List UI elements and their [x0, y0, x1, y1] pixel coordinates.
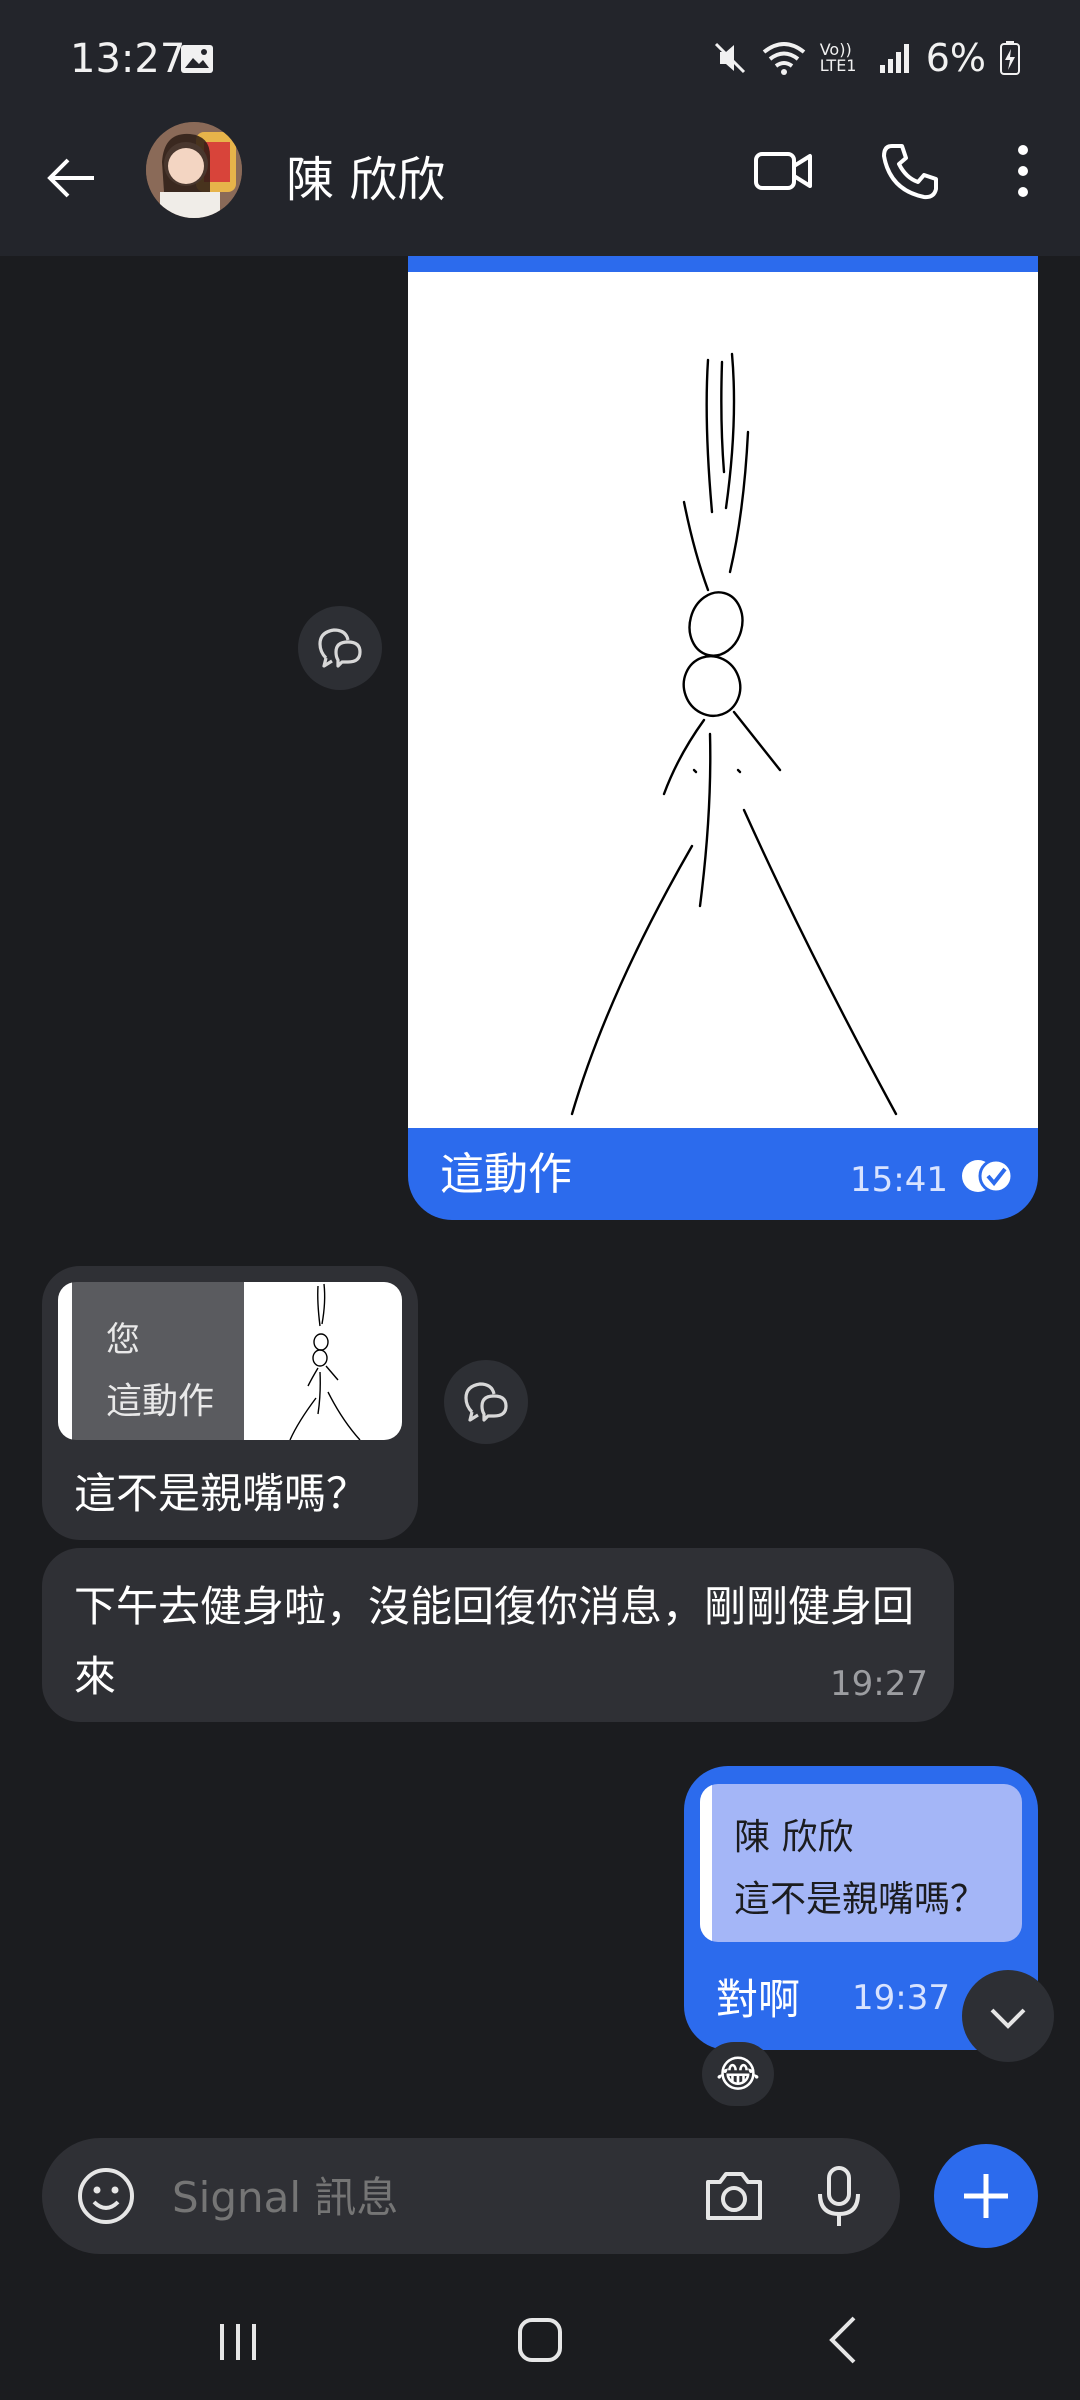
status-icons: Vo)) LTE1 6% — [712, 36, 1020, 80]
read-receipt-icon — [962, 1158, 1014, 1194]
emoji-icon[interactable] — [76, 2166, 136, 2226]
reaction-icon — [464, 1382, 508, 1422]
battery-percent: 6% — [925, 36, 986, 80]
message-text: 下午去健身啦，沒能回復你消息，剛剛健身回來 — [74, 1582, 915, 1701]
quote-author: 陳 欣欣 — [734, 1817, 854, 1858]
video-call-icon[interactable] — [752, 140, 814, 202]
status-time: 13:27 — [70, 36, 186, 82]
message-input[interactable] — [170, 2168, 714, 2226]
quoted-message[interactable]: 您 這動作 — [58, 1282, 402, 1440]
signal-icon — [879, 44, 909, 73]
react-button[interactable] — [444, 1360, 528, 1444]
attach-button[interactable] — [934, 2144, 1038, 2248]
quote-author: 您 — [106, 1320, 140, 1360]
image-notification-icon — [181, 45, 213, 73]
stick-figure-drawing[interactable] — [408, 272, 1038, 1128]
contact-avatar[interactable] — [146, 122, 242, 218]
message-time: 19:37 — [852, 1978, 950, 2018]
reaction-icon — [318, 628, 362, 668]
react-button[interactable] — [298, 606, 382, 690]
drawing-image — [570, 352, 898, 1116]
battery-charging-icon — [1000, 41, 1020, 75]
camera-icon[interactable] — [702, 2164, 766, 2228]
more-vert-icon[interactable] — [1006, 140, 1040, 202]
recent-apps-icon[interactable] — [216, 2320, 260, 2364]
phone-icon[interactable] — [878, 140, 940, 202]
plus-icon — [964, 2174, 1008, 2218]
status-bar: 13:27 Vo)) LTE1 6% — [0, 0, 1080, 120]
quoted-message[interactable]: 陳 欣欣 這不是親嘴嗎？ — [700, 1784, 1022, 1942]
message-time: 15:41 — [850, 1160, 948, 1200]
quote-thumbnail — [244, 1282, 402, 1440]
system-navigation-bar — [0, 2280, 1080, 2400]
mute-vibrate-icon — [714, 42, 745, 74]
quote-text: 這動作 — [106, 1381, 215, 1422]
quote-bar — [700, 1784, 712, 1942]
message-reaction[interactable]: 😂 — [702, 2042, 774, 2106]
incoming-quote-message[interactable]: 您 這動作 這不是親嘴嗎？ — [42, 1266, 418, 1540]
contact-name[interactable]: 陳 欣欣 — [286, 140, 445, 210]
quote-text: 這不是親嘴嗎？ — [734, 1879, 987, 1920]
avatar-image — [146, 122, 242, 218]
home-icon[interactable] — [516, 2316, 564, 2364]
message-time: 19:27 — [830, 1664, 928, 1704]
message-text: 對啊 — [716, 1975, 801, 2024]
message-composer — [42, 2138, 900, 2254]
back-arrow-icon[interactable] — [42, 148, 102, 208]
message-text: 這不是親嘴嗎？ — [74, 1469, 369, 1518]
network-label: Vo)) LTE1 — [819, 40, 857, 75]
image-caption: 這動作 — [440, 1149, 572, 1200]
thumbnail-drawing — [289, 1283, 361, 1440]
outgoing-image-message[interactable]: 這動作 15:41 — [408, 256, 1038, 1220]
quote-bar — [58, 1282, 72, 1440]
wifi-icon — [762, 42, 805, 75]
chevron-down-icon — [990, 2008, 1026, 2029]
nav-back-icon[interactable] — [822, 2314, 862, 2366]
incoming-message[interactable]: 下午去健身啦，沒能回復你消息，剛剛健身回來 19:27 — [42, 1548, 954, 1722]
scroll-to-bottom-button[interactable] — [962, 1970, 1054, 2062]
microphone-icon[interactable] — [812, 2164, 866, 2228]
